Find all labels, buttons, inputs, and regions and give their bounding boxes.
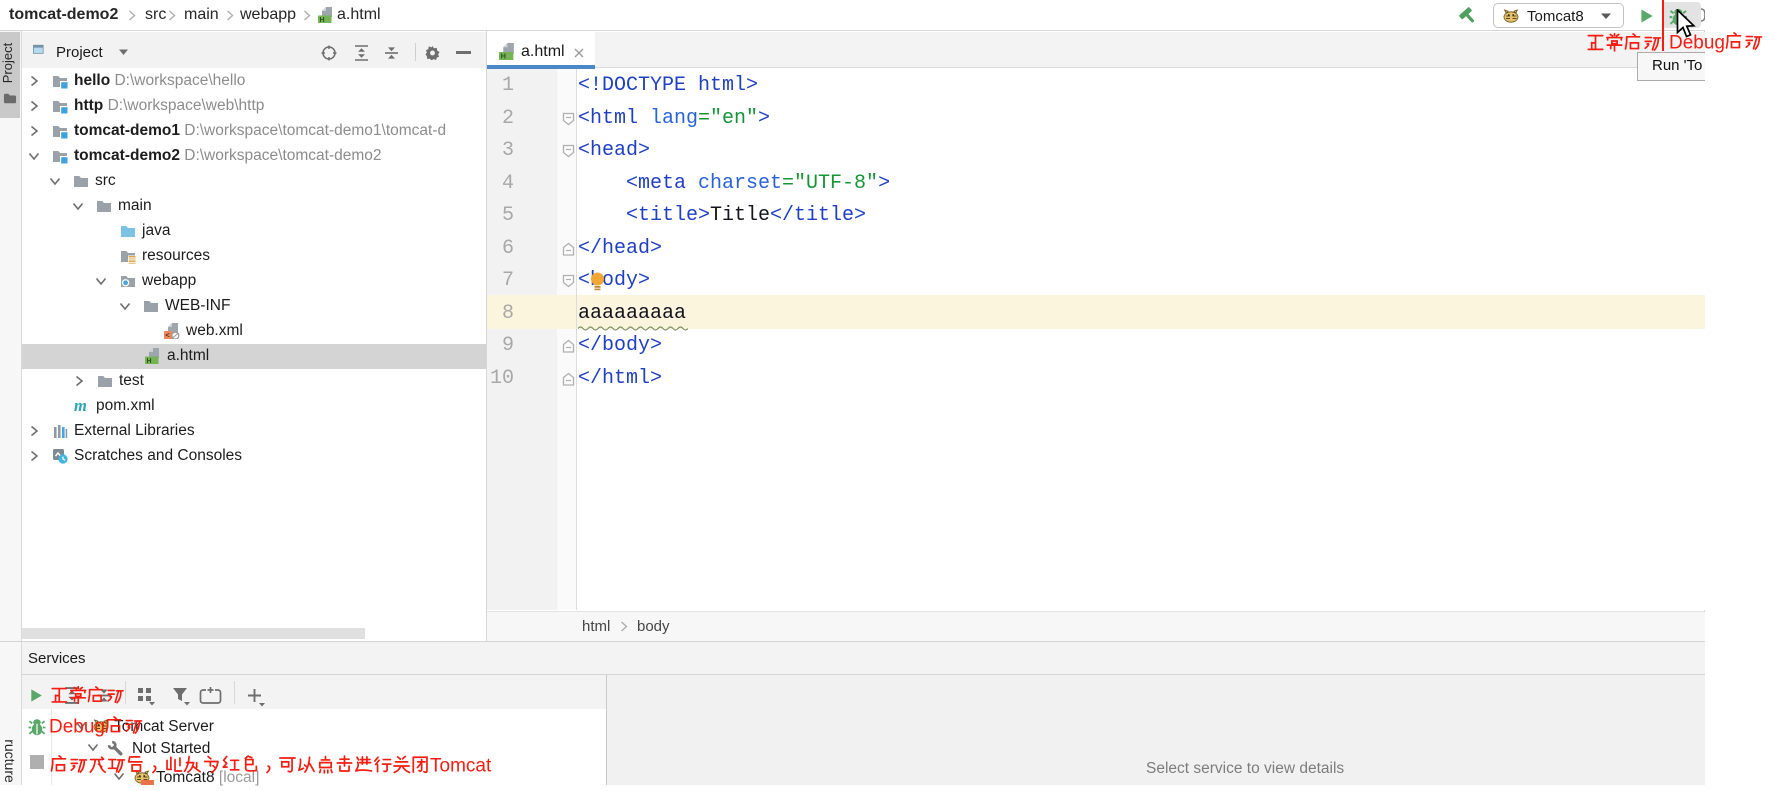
svg-text:H: H [501,52,506,60]
svg-text:H: H [147,358,152,364]
svg-text:H: H [320,17,325,23]
svg-text:<: < [165,331,170,339]
svg-text:m: m [74,398,87,414]
